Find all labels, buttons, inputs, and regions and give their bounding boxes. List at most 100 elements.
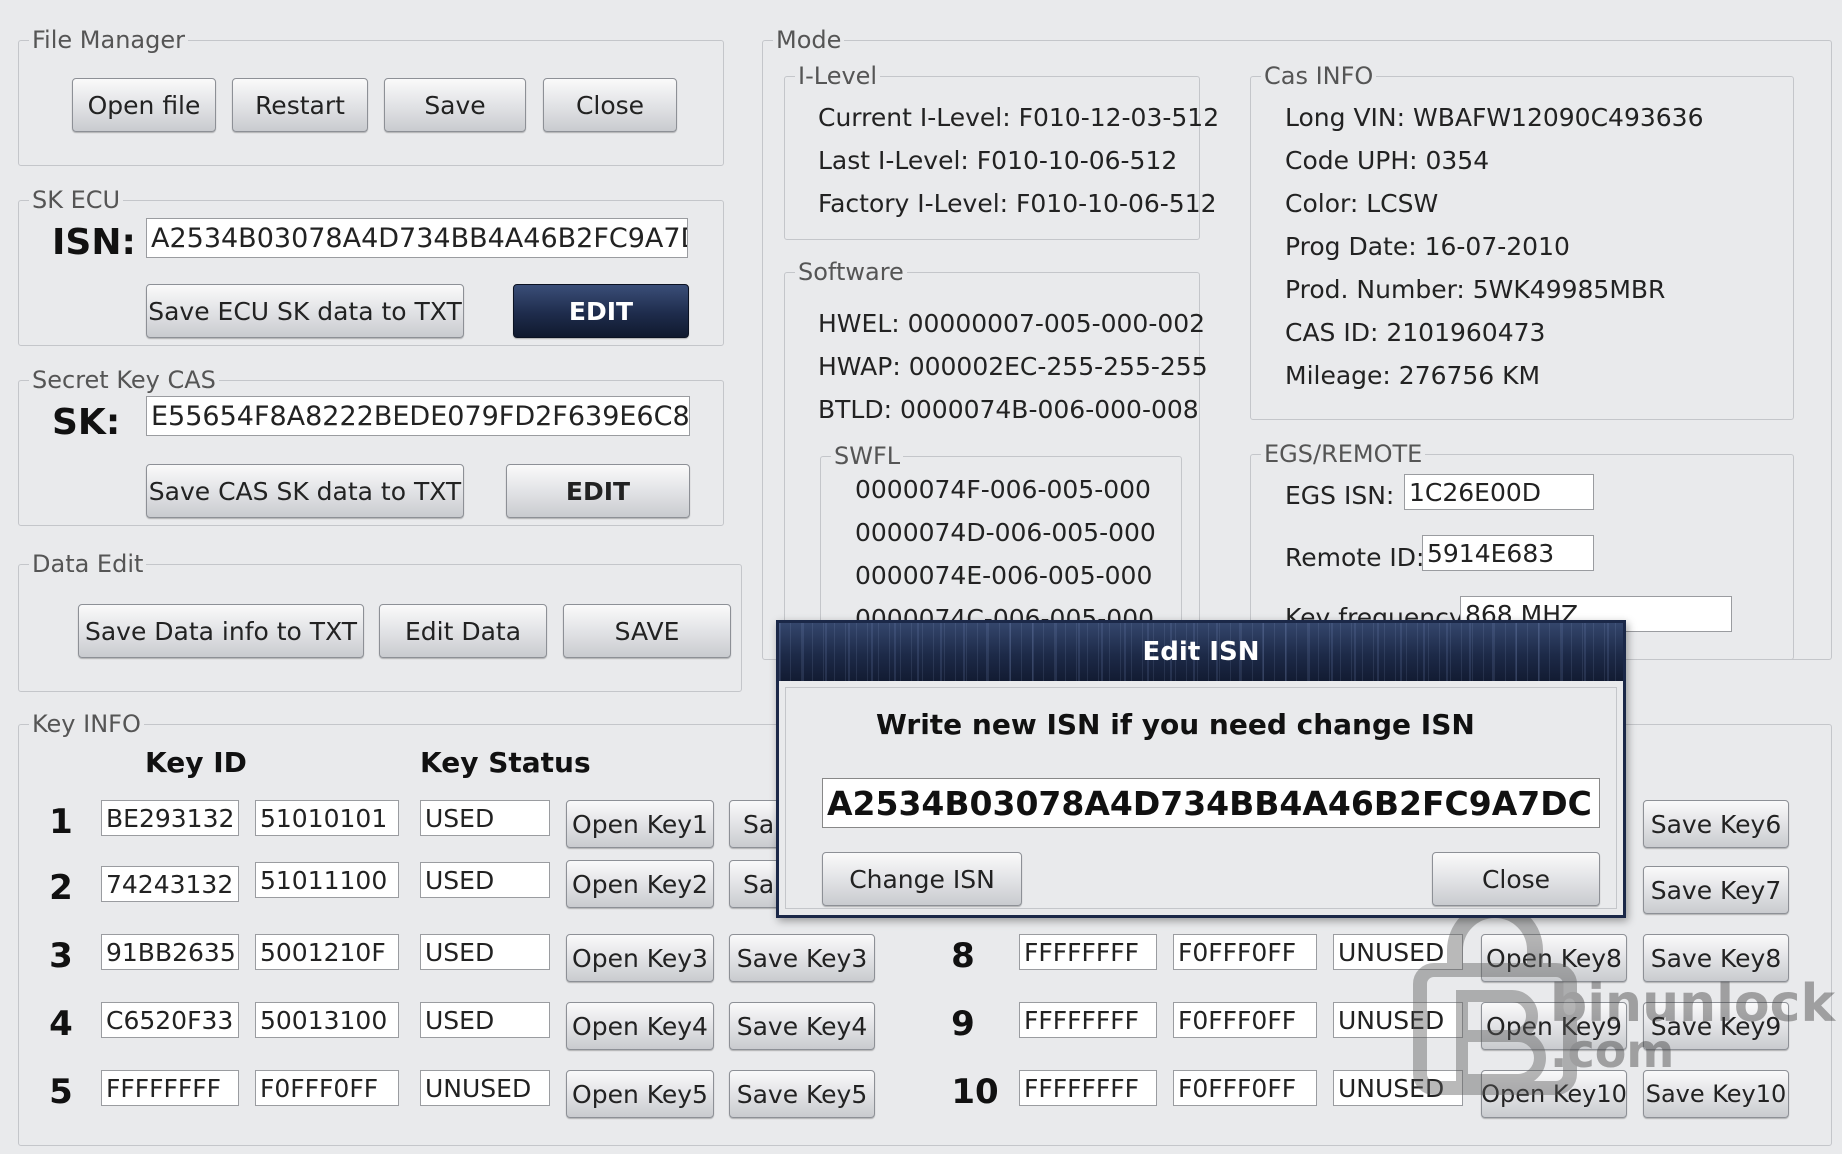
edit-isn-dialog: Edit ISN Write new ISN if you need chang… [776, 620, 1626, 918]
key-id-field[interactable]: FFFFFFFF [1019, 1070, 1157, 1106]
code-uph: Code UPH: 0354 [1285, 146, 1490, 175]
key-status-field[interactable]: UNUSED [1333, 1002, 1463, 1038]
open-file-button[interactable]: Open file [72, 78, 216, 132]
swfl-item: 0000074F-006-005-000 [855, 475, 1151, 504]
open-key10-button[interactable]: Open Key10 [1481, 1070, 1627, 1118]
factory-ilevel: Factory I-Level: F010-10-06-512 [818, 189, 1217, 218]
save-ecu-sk-button[interactable]: Save ECU SK data to TXT [146, 284, 464, 338]
mode-title: Mode [773, 26, 845, 54]
key-status-field[interactable]: USED [420, 1002, 550, 1038]
key-id-field[interactable]: FFFFFFFF [1019, 1002, 1157, 1038]
save-key7-button[interactable]: Save Key7 [1643, 866, 1789, 914]
key-number: 1 [49, 802, 73, 842]
key-code-field[interactable]: 51010101 [255, 800, 399, 836]
restart-button[interactable]: Restart [232, 78, 368, 132]
key-id-field[interactable]: 91BB2635 [101, 934, 239, 970]
save-key9-button[interactable]: Save Key9 [1643, 1002, 1789, 1050]
remote-id-label: Remote ID: [1285, 543, 1425, 572]
key-id-field[interactable]: 74243132 [101, 866, 239, 902]
egs-remote-title: EGS/REMOTE [1261, 440, 1426, 468]
key-id-field[interactable]: C6520F33 [101, 1002, 239, 1038]
isn-field[interactable]: A2534B03078A4D734BB4A46B2FC9A7DC [146, 218, 688, 258]
save-cas-sk-button[interactable]: Save CAS SK data to TXT [146, 464, 464, 518]
ilevel-title: I-Level [795, 62, 881, 90]
dialog-title-bar[interactable]: Edit ISN [779, 623, 1623, 681]
swfl-title: SWFL [831, 442, 904, 470]
dialog-prompt: Write new ISN if you need change ISN [876, 708, 1475, 741]
key-status-field[interactable]: UNUSED [420, 1070, 550, 1106]
prog-date: Prog Date: 16-07-2010 [1285, 232, 1570, 261]
key-number: 4 [49, 1004, 73, 1044]
dialog-body: Write new ISN if you need change ISN A25… [785, 687, 1617, 909]
save-key5-button[interactable]: Save Key5 [729, 1070, 875, 1118]
save-key6-button[interactable]: Save Key6 [1643, 800, 1789, 848]
long-vin: Long VIN: WBAFW12090C493636 [1285, 103, 1704, 132]
open-key1-button[interactable]: Open Key1 [566, 800, 714, 848]
save-data-info-button[interactable]: Save Data info to TXT [78, 604, 364, 658]
key-code-field[interactable]: 50013100 [255, 1002, 399, 1038]
key-number: 3 [49, 936, 73, 976]
edit-sk-button[interactable]: EDIT [506, 464, 690, 518]
key-id-field[interactable]: FFFFFFFF [101, 1070, 239, 1106]
color-code: Color: LCSW [1285, 189, 1439, 218]
edit-data-button[interactable]: Edit Data [379, 604, 547, 658]
save-file-button[interactable]: Save [384, 78, 526, 132]
open-key8-button[interactable]: Open Key8 [1481, 934, 1627, 982]
key-status-field[interactable]: USED [420, 934, 550, 970]
key-status-field[interactable]: UNUSED [1333, 1070, 1463, 1106]
save-data-button[interactable]: SAVE [563, 604, 731, 658]
key-code-field[interactable]: 51011100 [255, 862, 399, 898]
cas-id: CAS ID: 2101960473 [1285, 318, 1546, 347]
secret-key-cas-title: Secret Key CAS [29, 366, 219, 394]
key-status-field[interactable]: USED [420, 800, 550, 836]
key-status-field[interactable]: UNUSED [1333, 934, 1463, 970]
hwap-text: HWAP: 000002EC-255-255-255 [818, 352, 1208, 381]
key-code-field[interactable]: F0FFF0FF [1173, 934, 1317, 970]
dialog-close-button[interactable]: Close [1432, 852, 1600, 906]
remote-id-field[interactable]: 5914E683 [1422, 535, 1594, 571]
key-number: 8 [951, 936, 975, 976]
mileage: Mileage: 276756 KM [1285, 361, 1541, 390]
open-key3-button[interactable]: Open Key3 [566, 934, 714, 982]
key-number: 9 [951, 1004, 975, 1044]
key-number: 2 [49, 868, 73, 908]
data-edit-title: Data Edit [29, 550, 147, 578]
egs-isn-field[interactable]: 1C26E00D [1404, 474, 1594, 510]
open-key2-button[interactable]: Open Key2 [566, 860, 714, 908]
key-number: 5 [49, 1072, 73, 1112]
close-file-button[interactable]: Close [543, 78, 677, 132]
swfl-item: 0000074E-006-005-000 [855, 561, 1153, 590]
sk-ecu-title: SK ECU [29, 186, 124, 214]
open-key9-button[interactable]: Open Key9 [1481, 1002, 1627, 1050]
new-isn-input[interactable]: A2534B03078A4D734BB4A46B2FC9A7DC [822, 778, 1600, 828]
key-code-field[interactable]: F0FFF0FF [1173, 1002, 1317, 1038]
btld-text: BTLD: 0000074B-006-000-008 [818, 395, 1199, 424]
file-manager-title: File Manager [29, 26, 188, 54]
egs-isn-label: EGS ISN: [1285, 481, 1395, 510]
swfl-item: 0000074D-006-005-000 [855, 518, 1156, 547]
sk-field[interactable]: E55654F8A8222BEDE079FD2F639E6C89 [146, 396, 690, 436]
current-ilevel: Current I-Level: F010-12-03-512 [818, 103, 1220, 132]
change-isn-button[interactable]: Change ISN [822, 852, 1022, 906]
save-key4-button[interactable]: Save Key4 [729, 1002, 875, 1050]
key-code-field[interactable]: 5001210F [255, 934, 399, 970]
software-title: Software [795, 258, 907, 286]
save-key3-button[interactable]: Save Key3 [729, 934, 875, 982]
prod-number: Prod. Number: 5WK49985MBR [1285, 275, 1666, 304]
edit-isn-button[interactable]: EDIT [513, 284, 689, 338]
key-code-field[interactable]: F0FFF0FF [255, 1070, 399, 1106]
key-code-field[interactable]: F0FFF0FF [1173, 1070, 1317, 1106]
key-status-header: Key Status [420, 746, 591, 779]
key-status-field[interactable]: USED [420, 862, 550, 898]
dialog-title: Edit ISN [1142, 637, 1260, 667]
isn-label: ISN: [52, 222, 136, 263]
open-key5-button[interactable]: Open Key5 [566, 1070, 714, 1118]
save-key8-button[interactable]: Save Key8 [1643, 934, 1789, 982]
last-ilevel: Last I-Level: F010-10-06-512 [818, 146, 1178, 175]
open-key4-button[interactable]: Open Key4 [566, 1002, 714, 1050]
key-number: 10 [951, 1072, 999, 1112]
hwel-text: HWEL: 00000007-005-000-002 [818, 309, 1206, 338]
key-id-field[interactable]: BE293132 [101, 800, 239, 836]
save-key10-button[interactable]: Save Key10 [1643, 1070, 1789, 1118]
key-id-field[interactable]: FFFFFFFF [1019, 934, 1157, 970]
